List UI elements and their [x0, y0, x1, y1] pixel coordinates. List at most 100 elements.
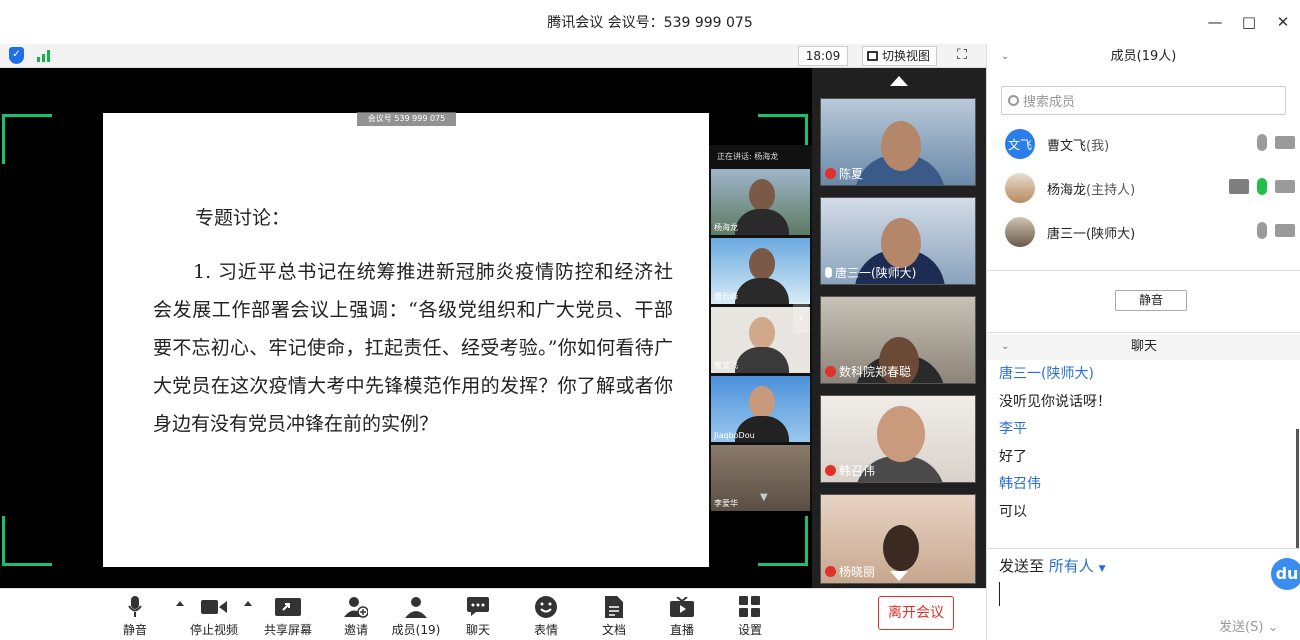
member-row[interactable]: 文飞 曹文飞(我) [1005, 128, 1295, 160]
muted-mic-icon [825, 465, 836, 476]
security-shield-icon[interactable]: ✓ [9, 47, 24, 64]
participant-thumb[interactable]: 曹云峰 [711, 238, 810, 304]
video-tile[interactable]: 唐三一(陕师大) [820, 197, 976, 285]
muted-mic-icon [825, 168, 836, 179]
thumb-label: 曹云峰 [714, 292, 738, 301]
frame-corner [2, 516, 52, 566]
strip-next-arrow[interactable]: › [793, 303, 809, 333]
chat-input-cursor[interactable] [999, 582, 1000, 606]
tile-label: 陈夏 [825, 165, 863, 182]
live-button[interactable]: 直播 [654, 595, 710, 638]
participant-thumb[interactable]: 杨海龙 [711, 169, 810, 235]
documents-button[interactable]: 文档 [586, 595, 642, 638]
maximize-icon[interactable]: □ [1232, 13, 1266, 31]
participant-thumb[interactable]: JiaqboDou [711, 376, 810, 442]
camera-icon[interactable] [1275, 224, 1295, 237]
camera-icon[interactable] [1275, 136, 1295, 149]
tile-label: 韩召伟 [825, 462, 875, 479]
participant-face [749, 386, 775, 418]
thumb-label: 杨海龙 [714, 223, 738, 232]
minimize-icon[interactable]: — [1198, 13, 1232, 31]
thumb-label: 李爱华 [714, 499, 738, 508]
chat-sender: 韩召伟 [999, 476, 1041, 492]
video-tile[interactable]: 数科院郑春聪 [820, 296, 976, 384]
muted-mic-icon [825, 566, 836, 577]
send-to-target[interactable]: 所有人 [1049, 557, 1094, 575]
thumb-label: JiaqboDou [714, 431, 755, 440]
video-header: ✓ 18:09 切换视图 ⛶ [0, 44, 986, 68]
switch-view-label: 切换视图 [882, 49, 931, 63]
emoji-button[interactable]: 表情 [518, 595, 574, 638]
collapse-chevron-icon[interactable]: ⌄ [1001, 334, 1009, 360]
share-screen-icon [275, 598, 301, 616]
microphone-icon[interactable] [1257, 222, 1267, 239]
chat-scrollbar[interactable] [1296, 429, 1299, 549]
dropdown-caret-icon[interactable]: ▼ [1099, 564, 1106, 574]
scroll-down-arrow[interactable] [890, 571, 908, 581]
members-title: 成员(19人) [1110, 49, 1177, 64]
window-title: 腾讯会议 会议号：539 999 075 [547, 15, 753, 31]
send-options-caret-icon[interactable]: ⌄ [1268, 620, 1279, 635]
participant-face [881, 121, 921, 171]
invite-button[interactable]: 邀请 [328, 595, 384, 638]
search-icon [1008, 95, 1019, 106]
divider [987, 270, 1300, 271]
settings-button[interactable]: 设置 [722, 595, 778, 638]
video-options-caret[interactable] [244, 601, 252, 606]
tile-label: 唐三一(陕师大) [825, 264, 916, 281]
shared-slide: 专题讨论： 1. 习近平总书记在统筹推进新冠肺炎疫情防控和经济社会发展工作部署会… [103, 113, 709, 567]
network-signal-icon[interactable] [37, 50, 50, 62]
chat-title: 聊天 [1130, 339, 1157, 354]
scroll-up-arrow[interactable] [890, 76, 908, 86]
collapse-chevron-icon[interactable]: ⌄ [1001, 44, 1009, 70]
audio-options-caret[interactable] [176, 601, 184, 606]
members-header[interactable]: ⌄ 成员(19人) [987, 44, 1300, 70]
video-tile[interactable]: 陈夏 [820, 98, 976, 186]
close-icon[interactable]: ✕ [1266, 13, 1300, 31]
send-button[interactable]: 发送(S) ⌄ [1219, 616, 1278, 635]
send-to-selector[interactable]: 发送至 所有人 ▼ [999, 555, 1106, 576]
title-bar: 腾讯会议 会议号：539 999 075 — □ ✕ [0, 0, 1300, 44]
tile-name: 杨晓丽 [839, 565, 876, 579]
stop-video-button[interactable]: 停止视频 [186, 595, 242, 638]
member-search-input[interactable]: 搜索成员 [1001, 86, 1286, 115]
participant-face [749, 248, 775, 280]
member-name: 杨海龙 [1047, 182, 1087, 198]
video-stage: 专题讨论： 1. 习近平总书记在统筹推进新冠肺炎疫情防控和经济社会发展工作部署会… [0, 68, 986, 588]
members-button[interactable]: 成员(19) [388, 595, 444, 638]
slide-topic: 专题讨论： [195, 207, 291, 229]
participant-face [749, 317, 775, 349]
camera-icon[interactable] [1275, 180, 1295, 193]
video-tile[interactable]: 韩召伟 [820, 395, 976, 483]
video-gallery: 陈夏 唐三一(陕师大) 数科院郑春聪 韩召伟 杨晓丽 [812, 68, 986, 588]
meeting-number-tag: 会议号 539 999 075 [357, 112, 456, 126]
frame-corner [2, 114, 52, 164]
member-name: 曹文飞 [1047, 138, 1087, 154]
baidu-input-icon[interactable]: du [1271, 558, 1300, 590]
emoji-icon [535, 596, 557, 618]
chat-button[interactable]: 聊天 [450, 595, 506, 638]
meeting-window: 腾讯会议 会议号：539 999 075 — □ ✕ ✓ 18:09 切换视图 … [0, 0, 1300, 640]
microphone-active-icon[interactable] [1257, 178, 1267, 195]
share-screen-button[interactable]: 共享屏幕 [260, 595, 316, 638]
mic-icon [825, 267, 832, 278]
strip-down-arrow[interactable]: ▼ [760, 492, 768, 503]
fullscreen-icon[interactable]: ⛶ [954, 47, 970, 63]
microphone-icon [128, 596, 142, 617]
add-user-icon [344, 597, 368, 618]
search-placeholder: 搜索成员 [1023, 95, 1076, 110]
avatar [1005, 173, 1035, 203]
document-icon [605, 596, 623, 618]
member-row[interactable]: 杨海龙(主持人) [1005, 172, 1295, 204]
speaking-indicator: 正在讲话: 杨海龙 [717, 152, 779, 161]
participant-face [881, 218, 921, 268]
switch-view-button[interactable]: 切换视图 [862, 46, 938, 66]
muted-mic-icon [825, 366, 836, 377]
member-row[interactable]: 唐三一(陕师大) [1005, 216, 1295, 248]
chat-header[interactable]: ⌄ 聊天 [987, 334, 1300, 360]
chat-messages: 唐三一(陕师大) 没听见你说话呀！ 李平 好了 韩召伟 可以 [999, 362, 1289, 527]
microphone-icon[interactable] [1257, 134, 1267, 151]
mute-button[interactable]: 静音 [107, 595, 163, 638]
mute-all-button[interactable]: 静音 [1115, 290, 1187, 311]
leave-meeting-button[interactable]: 离开会议 [878, 596, 954, 630]
